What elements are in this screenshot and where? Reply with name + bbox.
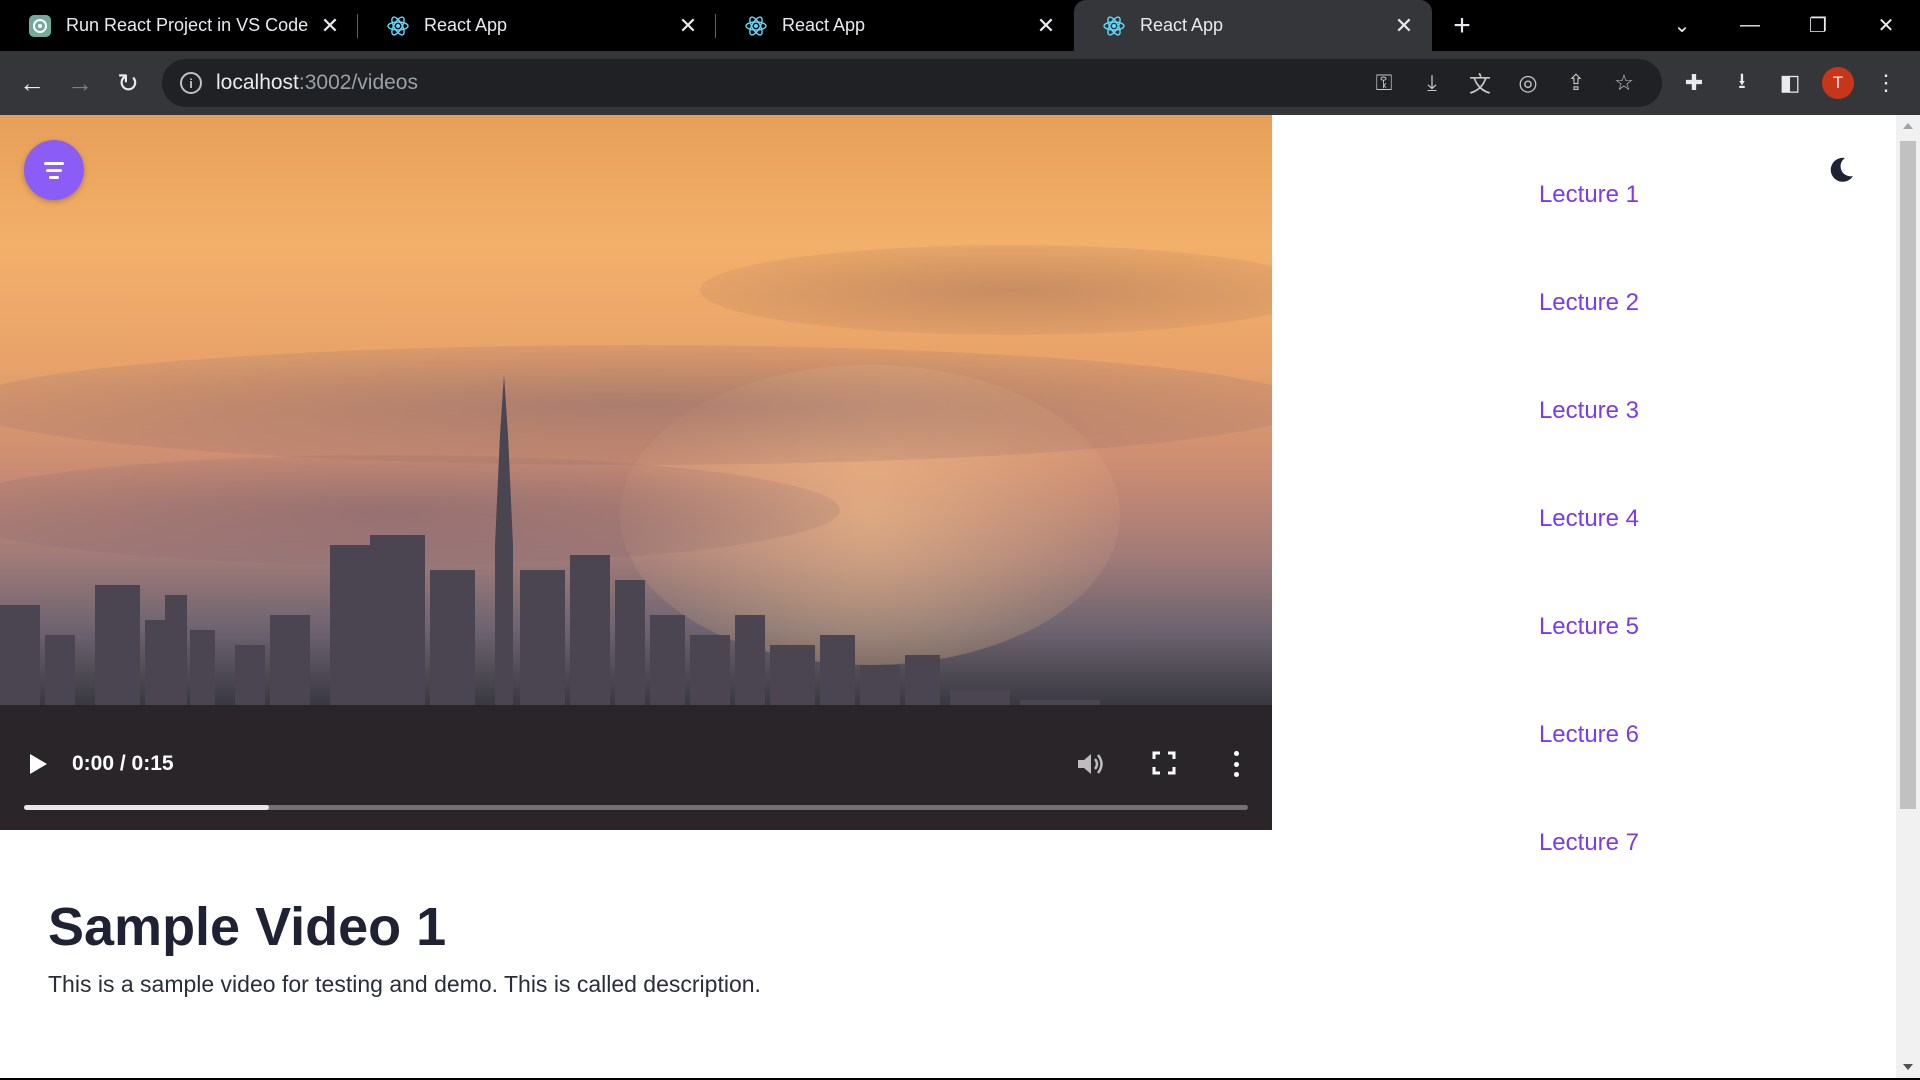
close-icon[interactable]: ✕ (318, 13, 342, 39)
lecture-link-2[interactable]: Lecture 2 (1272, 283, 1906, 323)
fullscreen-icon[interactable] (1152, 751, 1176, 775)
menu-kebab-icon[interactable]: ⋮ (1862, 70, 1910, 96)
new-tab-button[interactable]: + (1442, 0, 1482, 51)
install-app-icon[interactable]: ⤓ (1408, 70, 1456, 96)
address-bar-actions: ⚿ ⤓ 文 ◎ ⇪ ☆ (1360, 59, 1648, 107)
react-icon (387, 15, 409, 36)
bookmark-star-icon[interactable]: ☆ (1600, 70, 1648, 96)
tab-title: React App (1140, 15, 1224, 35)
browser-tab-2[interactable]: React App ✕ (358, 0, 716, 51)
tab-title: React App (424, 15, 508, 35)
react-icon (1103, 15, 1125, 36)
restore-icon[interactable]: ❐ (1784, 13, 1852, 38)
profile-avatar[interactable]: T (1822, 67, 1854, 99)
downloads-icon[interactable]: ⭳ (1718, 64, 1766, 102)
lecture-link-4[interactable]: Lecture 4 (1272, 499, 1906, 539)
lecture-list: Lecture 1 Lecture 2 Lecture 3 Lecture 4 … (1272, 115, 1906, 1078)
scroll-down-arrow[interactable] (1903, 1064, 1913, 1070)
browser-tab-4-active[interactable]: React App ✕ (1074, 0, 1432, 51)
video-description: This is a sample video for testing and d… (48, 971, 761, 997)
video-player[interactable]: 0:00 / 0:15 (0, 115, 1272, 830)
browser-tab-strip: Run React Project in VS Code ✕ React App… (0, 0, 1920, 51)
close-icon[interactable]: ✕ (1034, 13, 1058, 39)
reload-icon[interactable]: ↻ (104, 59, 152, 107)
page-viewport: 0:00 / 0:15 Sample Video 1 This is a sam… (0, 115, 1920, 1078)
moon-icon[interactable] (1826, 155, 1856, 185)
url-path: :3002/videos (298, 71, 418, 94)
toolbar-actions: ✚ ⭳ ◧ T ⋮ (1670, 59, 1910, 107)
close-window-icon[interactable]: ✕ (1852, 13, 1920, 38)
tracking-blocked-icon[interactable]: ◎ (1504, 70, 1552, 96)
url-host: localhost (216, 71, 299, 94)
video-title: Sample Video 1 (48, 897, 447, 957)
browser-tab-3[interactable]: React App ✕ (716, 0, 1074, 51)
lecture-link-5[interactable]: Lecture 5 (1272, 607, 1906, 647)
tab-search-icon[interactable]: ⌄ (1648, 13, 1716, 38)
lecture-link-1[interactable]: Lecture 1 (1272, 175, 1906, 215)
close-icon[interactable]: ✕ (1392, 13, 1416, 39)
forward-icon[interactable]: → (56, 59, 104, 107)
share-icon[interactable]: ⇪ (1552, 70, 1600, 96)
more-options-icon[interactable] (1228, 751, 1244, 777)
lecture-link-3[interactable]: Lecture 3 (1272, 391, 1906, 431)
video-progress-bar[interactable] (24, 805, 1248, 810)
react-icon (745, 15, 767, 36)
extensions-icon[interactable]: ✚ (1670, 70, 1718, 96)
video-progress-fill (24, 805, 269, 810)
chatgpt-icon (29, 14, 51, 37)
window-controls: ⌄ — ❐ ✕ (1648, 0, 1920, 51)
tab-title: Run React Project in VS Code (66, 15, 309, 35)
site-info-icon[interactable]: i (180, 72, 202, 94)
tab-title: React App (782, 15, 866, 35)
menu-icon (44, 161, 64, 179)
back-icon[interactable]: ← (8, 59, 56, 107)
side-panel-icon[interactable]: ◧ (1766, 70, 1814, 96)
browser-tab-1[interactable]: Run React Project in VS Code ✕ (0, 0, 358, 51)
scrollbar-thumb[interactable] (1900, 141, 1916, 809)
lecture-link-6[interactable]: Lecture 6 (1272, 715, 1906, 755)
browser-toolbar: ← → ↻ i localhost:3002/videos ⚿ ⤓ 文 ◎ ⇪ … (0, 51, 1920, 115)
page-scrollbar[interactable] (1896, 115, 1920, 1078)
minimize-icon[interactable]: — (1716, 14, 1784, 37)
video-time: 0:00 / 0:15 (72, 752, 174, 775)
video-info: Sample Video 1 This is a sample video fo… (48, 895, 1248, 998)
key-icon[interactable]: ⚿ (1360, 70, 1408, 96)
scroll-up-arrow[interactable] (1903, 123, 1913, 129)
volume-icon[interactable] (1076, 750, 1106, 778)
lecture-link-7[interactable]: Lecture 7 (1272, 823, 1906, 863)
address-bar[interactable]: i localhost:3002/videos ⚿ ⤓ 文 ◎ ⇪ ☆ (162, 59, 1662, 107)
menu-toggle-button[interactable] (24, 140, 84, 200)
translate-icon[interactable]: 文 (1456, 67, 1504, 99)
close-icon[interactable]: ✕ (676, 13, 700, 39)
video-controls: 0:00 / 0:15 (0, 720, 1272, 830)
play-icon[interactable] (28, 753, 48, 775)
